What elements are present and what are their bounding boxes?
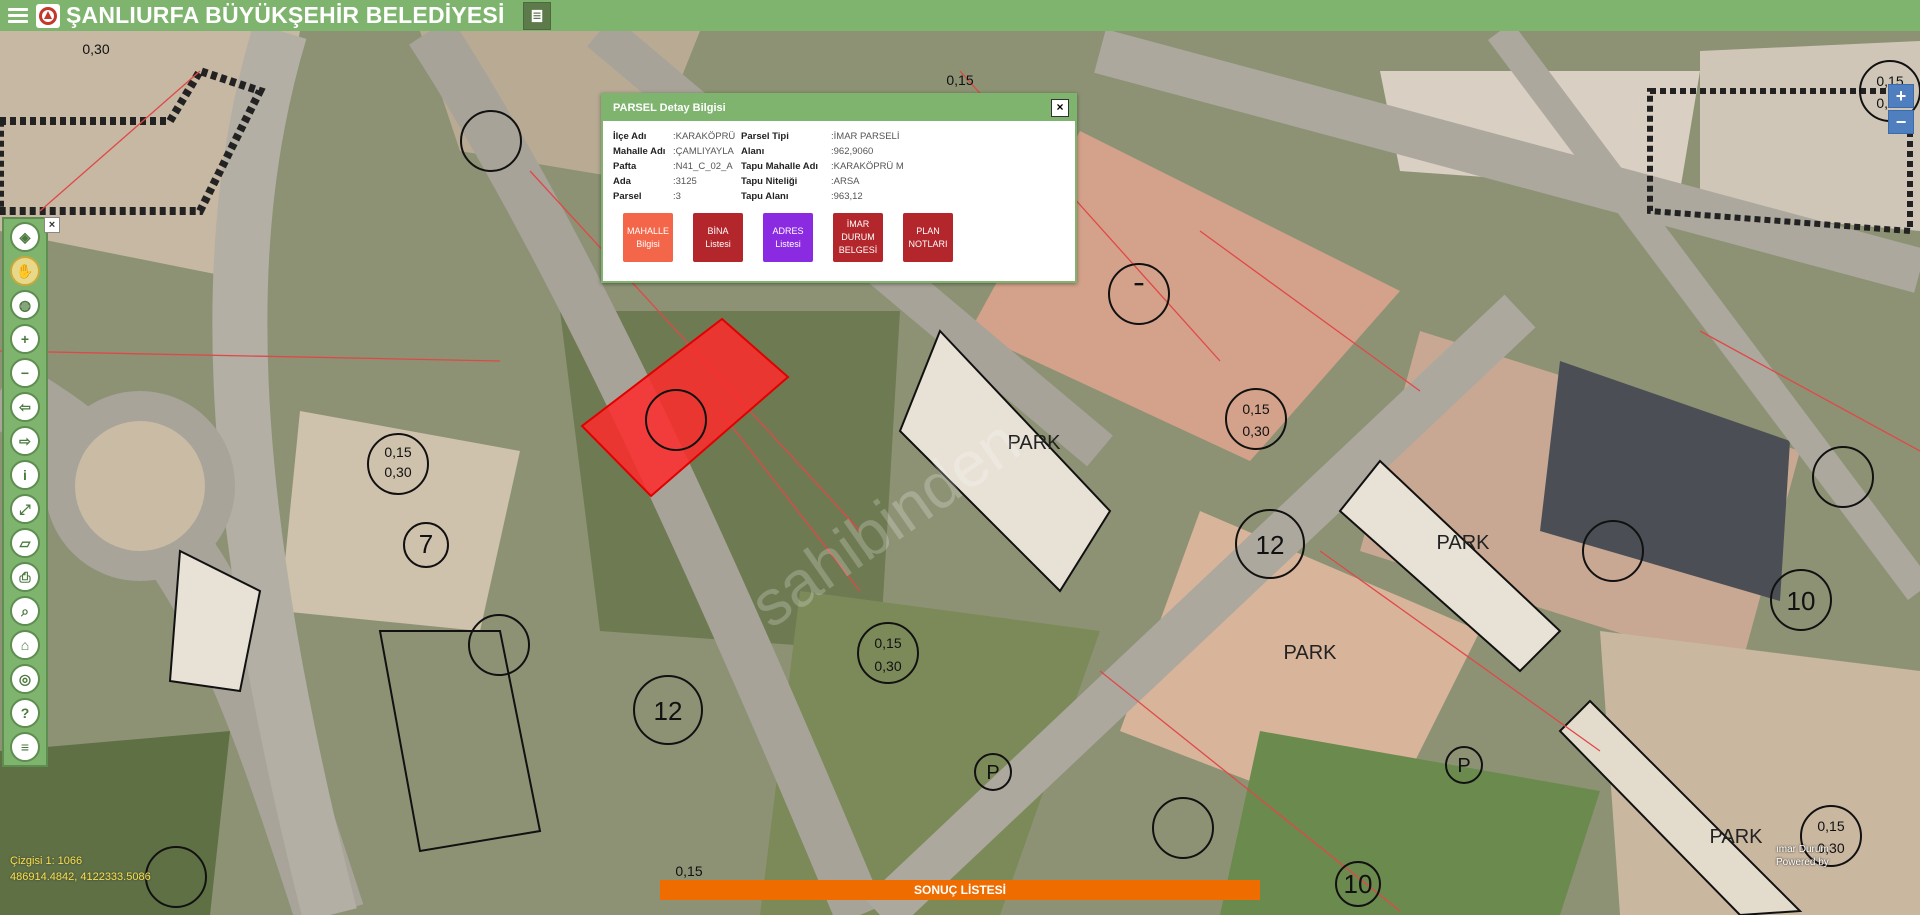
- map-label: 0,30: [82, 41, 109, 57]
- info-row: Mahalle Adı :ÇAMLIYAYLA Alanı :962,9060: [613, 144, 921, 159]
- zoom-out-button[interactable]: −: [1888, 110, 1914, 134]
- credit-line-2: Powered by: [1776, 857, 1829, 868]
- mahalle-bilgisi-button[interactable]: MAHALLE Bilgisi: [623, 213, 673, 262]
- municipality-logo-icon: [36, 3, 60, 28]
- parcel-info-table: İlçe Adı :KARAKÖPRÜ Parsel Tipi :İMAR PA…: [613, 129, 921, 204]
- zoom-controls: + −: [1888, 84, 1914, 134]
- pan-hand-icon[interactable]: ✋: [10, 256, 40, 286]
- credit-line-1: ımar Durum: [1776, 844, 1829, 855]
- coords-line-2: 486914.4842, 4122333.5086: [10, 871, 151, 883]
- svg-text:0,15: 0,15: [1242, 401, 1269, 417]
- ruler-icon[interactable]: ▱: [10, 528, 40, 558]
- bina-listesi-button[interactable]: BİNA Listesi: [693, 213, 743, 262]
- info-label: Alanı: [741, 146, 765, 157]
- globe-icon[interactable]: ◍: [10, 290, 40, 320]
- measure-icon[interactable]: ⤢: [10, 494, 40, 524]
- svg-text:0,15: 0,15: [946, 72, 973, 88]
- info-value: :ARSA: [831, 176, 860, 187]
- location-icon[interactable]: ◎: [10, 664, 40, 694]
- map-toolbar: × ◈ ✋ ◍ + − ⇦ ⇨ i ⤢ ▱ ⎙ ⌕ ⌂ ◎ ? ≡: [2, 217, 60, 767]
- svg-text:12: 12: [654, 696, 683, 726]
- info-label: Parsel: [613, 191, 642, 202]
- imar-durum-belgesi-button[interactable]: İMAR DURUM BELGESİ: [833, 213, 883, 262]
- info-label: Tapu Niteliği: [741, 176, 798, 187]
- svg-text:0,15: 0,15: [1817, 818, 1844, 834]
- info-label: Pafta: [613, 161, 637, 172]
- info-value: :963,12: [831, 191, 863, 202]
- svg-text:0,30: 0,30: [874, 658, 901, 674]
- app-title: ŞANLIURFA BÜYÜKŞEHİR BELEDİYESİ: [66, 2, 505, 28]
- hamburger-icon[interactable]: [8, 8, 28, 23]
- info-value: :İMAR PARSELİ: [831, 131, 900, 142]
- popup-actions: MAHALLE Bilgisi BİNA Listesi ADRES Liste…: [623, 213, 953, 262]
- layers-icon[interactable]: ◈: [10, 222, 40, 252]
- info-label: Parsel Tipi: [741, 131, 789, 142]
- popup-close-button[interactable]: ×: [1051, 99, 1069, 117]
- info-row: İlçe Adı :KARAKÖPRÜ Parsel Tipi :İMAR PA…: [613, 129, 921, 144]
- info-label: İlçe Adı: [613, 131, 647, 142]
- info-value: :962,9060: [831, 146, 874, 157]
- address-icon[interactable]: ⌂: [10, 630, 40, 660]
- info-row: Ada :3125 Tapu Niteliği :ARSA: [613, 174, 921, 189]
- zoom-in-button[interactable]: +: [1888, 84, 1914, 108]
- search-parcel-icon[interactable]: ⌕: [10, 596, 40, 626]
- info-value: :3125: [673, 176, 697, 187]
- help-icon[interactable]: ?: [10, 698, 40, 728]
- parcel-detail-popup: PARSEL Detay Bilgisi × İlçe Adı :KARAKÖP…: [601, 93, 1077, 283]
- print-icon[interactable]: ⎙: [10, 562, 40, 592]
- svg-text:PARK: PARK: [1437, 532, 1491, 554]
- result-list-button[interactable]: SONUÇ LİSTESİ: [660, 880, 1260, 900]
- app-header: ŞANLIURFA BÜYÜKŞEHİR BELEDİYESİ: [0, 0, 1920, 31]
- svg-text:P: P: [986, 762, 999, 784]
- adres-listesi-button[interactable]: ADRES Listesi: [763, 213, 813, 262]
- info-label: Tapu Mahalle Adı: [741, 161, 819, 172]
- toolbar-close-button[interactable]: ×: [44, 217, 60, 233]
- info-value: :N41_C_02_A: [673, 161, 733, 172]
- info-value: :KARAKÖPRÜ M: [831, 161, 904, 172]
- info-value: :ÇAMLIYAYLA: [673, 146, 734, 157]
- info-label: Tapu Alanı: [741, 191, 789, 202]
- zoom-out-icon[interactable]: −: [10, 358, 40, 388]
- info-row: Parsel :3 Tapu Alanı :963,12: [613, 189, 921, 204]
- svg-text:12: 12: [1256, 530, 1285, 560]
- coords-line-1: Çizgisi 1: 1066: [10, 855, 83, 867]
- document-list-icon[interactable]: [522, 1, 551, 30]
- map-credit: ımar Durum Powered by: [1776, 843, 1829, 869]
- zoom-in-icon[interactable]: +: [10, 324, 40, 354]
- svg-text:0,15: 0,15: [675, 863, 702, 879]
- svg-text:10: 10: [1787, 586, 1816, 616]
- info-row: Pafta :N41_C_02_A Tapu Mahalle Adı :KARA…: [613, 159, 921, 174]
- svg-text:PARK: PARK: [1284, 642, 1338, 664]
- svg-text:7: 7: [419, 529, 433, 559]
- previous-extent-icon[interactable]: ⇦: [10, 392, 40, 422]
- popup-title: PARSEL Detay Bilgisi: [613, 102, 726, 114]
- popup-header: PARSEL Detay Bilgisi ×: [603, 95, 1075, 121]
- svg-text:P: P: [1457, 755, 1470, 777]
- next-extent-icon[interactable]: ⇨: [10, 426, 40, 456]
- svg-text:0,30: 0,30: [1242, 423, 1269, 439]
- info-icon[interactable]: i: [10, 460, 40, 490]
- svg-text:PARK: PARK: [1008, 432, 1062, 454]
- info-label: Mahalle Adı: [613, 146, 666, 157]
- plan-notlari-button[interactable]: PLAN NOTLARI: [903, 213, 953, 262]
- list-icon[interactable]: ≡: [10, 732, 40, 762]
- svg-text:0,30: 0,30: [384, 464, 411, 480]
- svg-text:PARK: PARK: [1710, 826, 1764, 848]
- svg-text:10: 10: [1344, 869, 1373, 899]
- svg-text:━: ━: [1134, 276, 1144, 292]
- svg-text:0,15: 0,15: [384, 444, 411, 460]
- info-label: Ada: [613, 176, 631, 187]
- info-value: :KARAKÖPRÜ: [673, 131, 736, 142]
- coordinate-readout: Çizgisi 1: 1066 486914.4842, 4122333.508…: [10, 853, 151, 885]
- svg-text:0,15: 0,15: [874, 635, 901, 651]
- info-value: :3: [673, 191, 681, 202]
